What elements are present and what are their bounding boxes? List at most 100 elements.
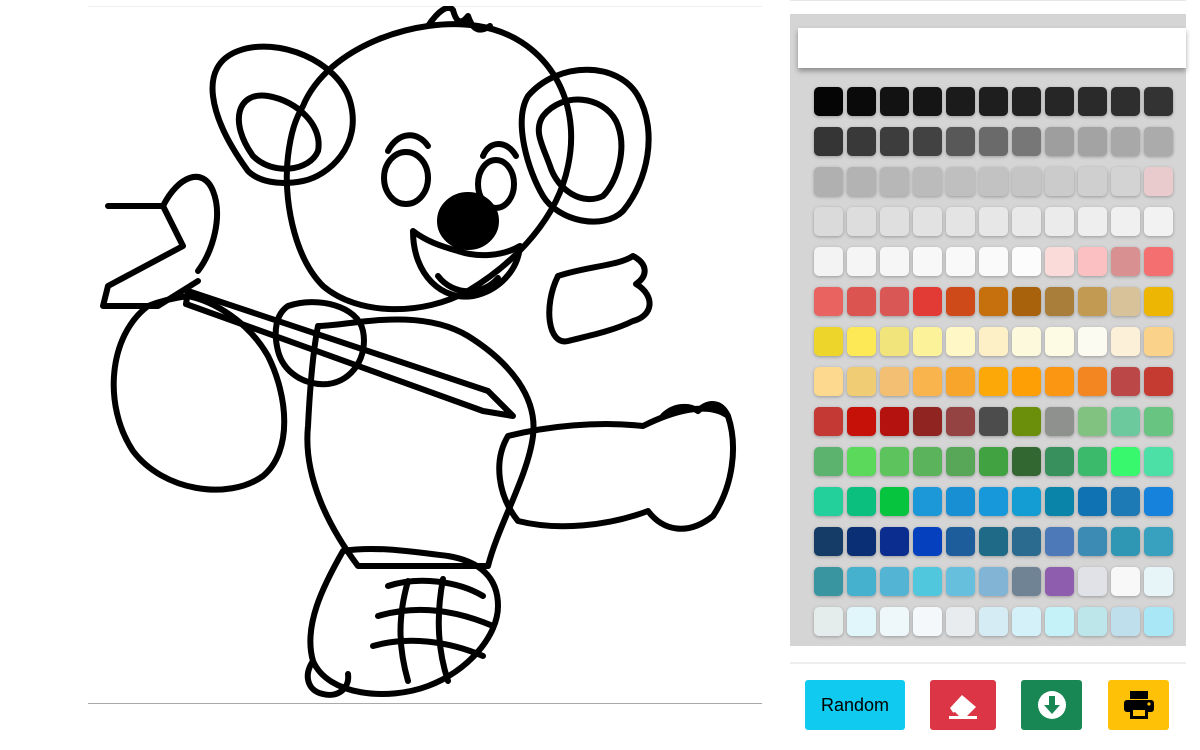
color-swatch[interactable]	[1045, 487, 1074, 516]
color-swatch[interactable]	[1144, 287, 1173, 316]
color-swatch[interactable]	[1012, 527, 1041, 556]
color-swatch[interactable]	[979, 247, 1008, 276]
koala-right-arm[interactable]	[546, 253, 653, 345]
color-swatch[interactable]	[847, 407, 876, 436]
color-swatch[interactable]	[847, 287, 876, 316]
color-swatch[interactable]	[880, 207, 909, 236]
color-swatch[interactable]	[1012, 487, 1041, 516]
color-swatch[interactable]	[814, 567, 843, 596]
color-swatch[interactable]	[880, 567, 909, 596]
color-swatch[interactable]	[1111, 287, 1140, 316]
color-swatch[interactable]	[1078, 87, 1107, 116]
color-swatch[interactable]	[979, 327, 1008, 356]
color-swatch[interactable]	[847, 527, 876, 556]
color-swatch[interactable]	[1111, 167, 1140, 196]
color-swatch[interactable]	[946, 327, 975, 356]
color-swatch[interactable]	[1045, 367, 1074, 396]
color-swatch[interactable]	[814, 367, 843, 396]
color-swatch[interactable]	[1144, 567, 1173, 596]
color-swatch[interactable]	[979, 127, 1008, 156]
color-swatch[interactable]	[1111, 327, 1140, 356]
color-swatch[interactable]	[1012, 607, 1041, 636]
color-swatch[interactable]	[1045, 567, 1074, 596]
color-swatch[interactable]	[1012, 407, 1041, 436]
color-swatch[interactable]	[1111, 127, 1140, 156]
color-swatch[interactable]	[946, 207, 975, 236]
color-swatch[interactable]	[847, 87, 876, 116]
coloring-canvas[interactable]	[88, 6, 762, 704]
color-swatch[interactable]	[979, 167, 1008, 196]
color-swatch[interactable]	[979, 367, 1008, 396]
color-swatch[interactable]	[847, 487, 876, 516]
color-swatch[interactable]	[1012, 87, 1041, 116]
color-swatch[interactable]	[1111, 607, 1140, 636]
color-swatch[interactable]	[1045, 287, 1074, 316]
color-swatch[interactable]	[1012, 367, 1041, 396]
leg-patch-grid[interactable]	[370, 576, 496, 684]
color-swatch[interactable]	[1144, 527, 1173, 556]
color-swatch[interactable]	[1144, 487, 1173, 516]
color-swatch[interactable]	[814, 247, 843, 276]
color-swatch[interactable]	[880, 407, 909, 436]
color-swatch[interactable]	[1078, 447, 1107, 476]
color-swatch[interactable]	[1144, 607, 1173, 636]
color-swatch[interactable]	[814, 527, 843, 556]
color-swatch[interactable]	[1144, 367, 1173, 396]
color-swatch[interactable]	[1144, 407, 1173, 436]
color-swatch[interactable]	[946, 87, 975, 116]
koala-body[interactable]	[304, 316, 537, 569]
color-swatch[interactable]	[913, 87, 942, 116]
color-swatch[interactable]	[880, 167, 909, 196]
color-swatch[interactable]	[946, 567, 975, 596]
color-swatch[interactable]	[1144, 127, 1173, 156]
color-swatch[interactable]	[1045, 87, 1074, 116]
color-swatch[interactable]	[1111, 487, 1140, 516]
color-swatch[interactable]	[913, 407, 942, 436]
color-swatch[interactable]	[880, 527, 909, 556]
color-swatch[interactable]	[1111, 567, 1140, 596]
color-swatch[interactable]	[946, 527, 975, 556]
color-swatch[interactable]	[1045, 207, 1074, 236]
color-swatch[interactable]	[880, 327, 909, 356]
bag-cloth-knot[interactable]	[100, 203, 201, 309]
color-swatch[interactable]	[880, 367, 909, 396]
color-swatch[interactable]	[1012, 127, 1041, 156]
color-swatch[interactable]	[946, 607, 975, 636]
color-swatch[interactable]	[847, 167, 876, 196]
koala-left-brow[interactable]	[385, 132, 431, 154]
color-swatch[interactable]	[1111, 207, 1140, 236]
color-swatch[interactable]	[913, 367, 942, 396]
color-swatch[interactable]	[1078, 287, 1107, 316]
print-button[interactable]	[1108, 680, 1169, 730]
color-swatch[interactable]	[913, 247, 942, 276]
color-swatch[interactable]	[1144, 167, 1173, 196]
koala-right-brow[interactable]	[480, 141, 519, 159]
color-swatch[interactable]	[946, 447, 975, 476]
color-swatch[interactable]	[979, 567, 1008, 596]
color-swatch[interactable]	[913, 207, 942, 236]
color-swatch[interactable]	[979, 447, 1008, 476]
color-swatch[interactable]	[913, 567, 942, 596]
color-swatch[interactable]	[1111, 407, 1140, 436]
color-swatch[interactable]	[979, 527, 1008, 556]
color-swatch[interactable]	[880, 607, 909, 636]
color-swatch[interactable]	[1045, 527, 1074, 556]
color-swatch[interactable]	[814, 327, 843, 356]
color-swatch[interactable]	[1078, 127, 1107, 156]
color-swatch[interactable]	[880, 287, 909, 316]
color-swatch[interactable]	[847, 447, 876, 476]
download-button[interactable]	[1021, 680, 1082, 730]
color-swatch[interactable]	[1078, 567, 1107, 596]
color-swatch[interactable]	[1012, 247, 1041, 276]
color-swatch[interactable]	[814, 447, 843, 476]
color-swatch[interactable]	[946, 167, 975, 196]
color-swatch[interactable]	[1144, 87, 1173, 116]
koala-left-eye[interactable]	[381, 149, 431, 207]
color-swatch[interactable]	[979, 487, 1008, 516]
color-swatch[interactable]	[880, 127, 909, 156]
color-swatch[interactable]	[814, 607, 843, 636]
color-swatch[interactable]	[880, 87, 909, 116]
color-swatch[interactable]	[1111, 527, 1140, 556]
color-swatch[interactable]	[847, 127, 876, 156]
color-swatch[interactable]	[1111, 367, 1140, 396]
